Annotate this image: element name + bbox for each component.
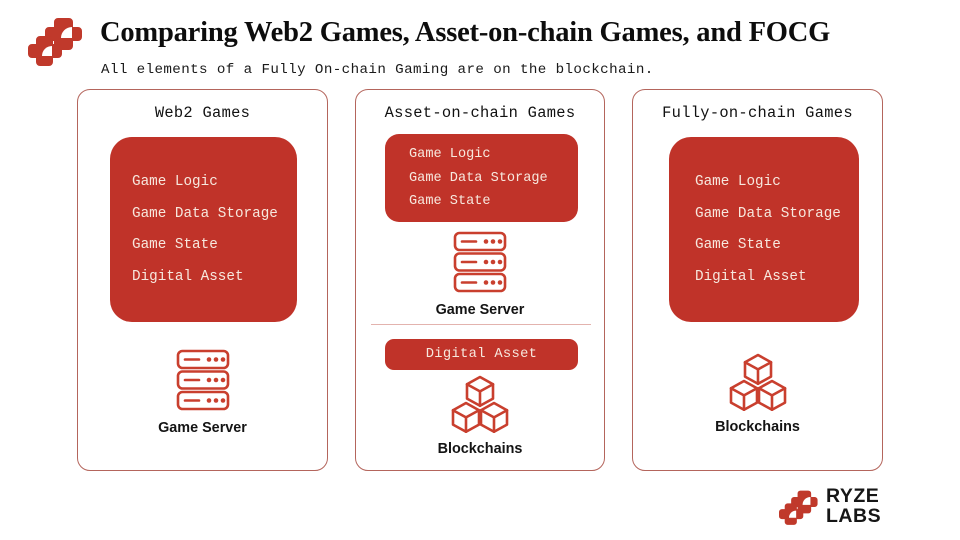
blockchains-block: Blockchains — [356, 375, 604, 457]
blockchain-cubes-icon — [633, 353, 882, 416]
page-header: Comparing Web2 Games, Asset-on-chain Gam… — [0, 0, 960, 88]
card-title: Fully-on-chain Games — [662, 104, 853, 122]
icon-caption: Blockchains — [437, 441, 523, 457]
element-item: Game Data Storage — [695, 205, 841, 222]
ryze-logo-mark-icon — [28, 16, 84, 66]
page-subtitle: All elements of a Fully On-chain Gaming … — [101, 62, 654, 78]
icon-caption: Blockchains — [715, 419, 800, 435]
section-divider — [371, 324, 591, 325]
element-item: Game Logic — [132, 174, 218, 190]
element-item: Game Logic — [409, 147, 491, 162]
ryze-labs-wordmark: RYZE LABS — [826, 485, 882, 527]
element-panel: Game Logic Game Data Storage Game State … — [669, 137, 859, 322]
wordmark-line-labs: LABS — [826, 504, 882, 527]
comparison-card-fully-on-chain: Fully-on-chain Games Game Logic Game Dat… — [632, 89, 883, 471]
comparison-card-asset-on-chain: Asset-on-chain Games Game Logic Game Dat… — [355, 89, 605, 471]
ryze-logo-mark-icon — [779, 489, 819, 525]
digital-asset-pill: Digital Asset — [385, 339, 578, 370]
server-icon — [356, 230, 604, 299]
server-icon — [78, 348, 327, 417]
wordmark-line-ryze: RYZE — [826, 485, 880, 507]
element-item: Game State — [695, 237, 781, 253]
icon-caption: Game Server — [435, 302, 525, 318]
icon-caption: Game Server — [158, 420, 247, 436]
blockchains-block: Blockchains — [633, 353, 882, 435]
card-title: Web2 Games — [154, 104, 251, 122]
element-item: Game Data Storage — [132, 205, 278, 222]
blockchain-cubes-icon — [356, 375, 604, 438]
element-item: Digital Asset — [132, 268, 244, 285]
element-panel: Game Logic Game Data Storage Game State — [385, 134, 578, 222]
footer-logo: RYZE LABS — [779, 485, 909, 530]
element-item: Game State — [409, 194, 491, 209]
digital-asset-label: Digital Asset — [425, 347, 538, 362]
card-title: Asset-on-chain Games — [384, 104, 576, 122]
element-item: Game Data Storage — [409, 170, 548, 186]
element-item: Digital Asset — [695, 268, 807, 285]
page-title: Comparing Web2 Games, Asset-on-chain Gam… — [100, 17, 831, 48]
element-item: Game State — [132, 237, 218, 253]
game-server-block: Game Server — [78, 348, 327, 436]
game-server-block: Game Server — [356, 230, 604, 318]
comparison-card-web2: Web2 Games Game Logic Game Data Storage … — [77, 89, 328, 471]
element-panel: Game Logic Game Data Storage Game State … — [110, 137, 297, 322]
element-item: Game Logic — [695, 174, 781, 190]
